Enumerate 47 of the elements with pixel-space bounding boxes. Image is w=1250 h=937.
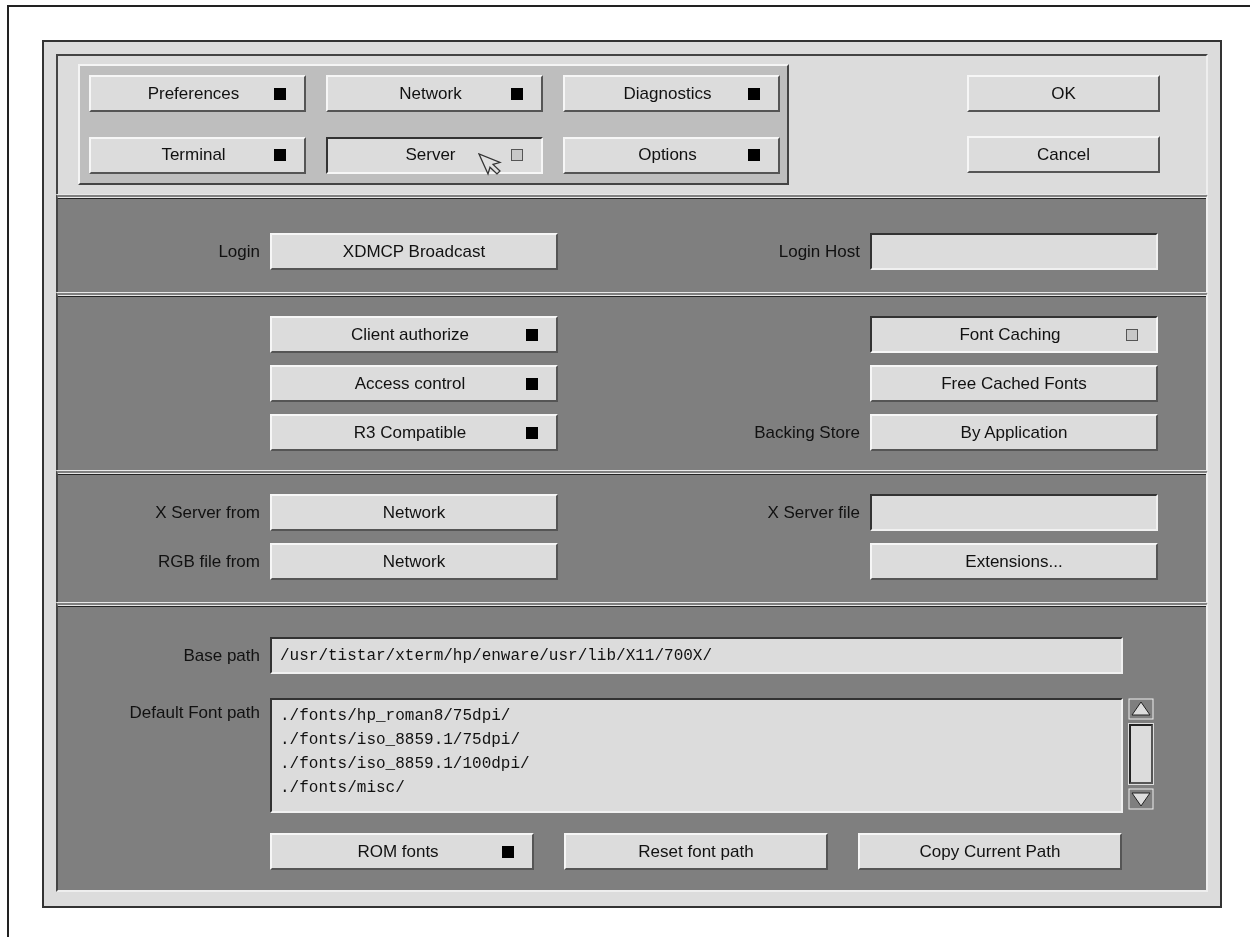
- scroll-up-icon[interactable]: [1128, 698, 1154, 720]
- tab[interactable]: Network: [326, 75, 543, 112]
- login-mode-button[interactable]: XDMCP Broadcast: [270, 233, 558, 270]
- field-label: Default Font path: [128, 702, 261, 724]
- font-path-field[interactable]: ./fonts/hp_roman8/75dpi/ ./fonts/iso_8859.1/75dpi/ ./fonts/iso_8859.1/100dpi/ ./fonts/misc/: [270, 698, 1123, 813]
- tab[interactable]: Server: [326, 136, 543, 174]
- option-button[interactable]: Network: [270, 494, 558, 531]
- pointer-icon: [478, 152, 502, 177]
- toggle-button[interactable]: Font Caching: [870, 316, 1158, 353]
- field-label: Base path: [182, 645, 261, 667]
- field-label: X Server from: [154, 502, 261, 524]
- toggle-button[interactable]: Access control: [270, 365, 558, 402]
- server-file-field[interactable]: [870, 494, 1158, 531]
- base-path-field[interactable]: /usr/tistar/xterm/hp/enware/usr/lib/X11/700X/: [270, 637, 1123, 674]
- action-button[interactable]: Copy Current Path: [858, 833, 1122, 870]
- font-path-line: ./fonts/iso_8859.1/75dpi/: [280, 730, 522, 751]
- indicator-icon: [748, 149, 760, 161]
- field-label: X Server file: [766, 502, 861, 524]
- option-button[interactable]: Network: [270, 543, 558, 580]
- backing-store-button[interactable]: By Application: [870, 414, 1158, 451]
- login-host-field[interactable]: [870, 233, 1158, 270]
- scroll-thumb[interactable]: [1129, 724, 1153, 784]
- tab[interactable]: Preferences: [89, 75, 306, 112]
- tab[interactable]: Terminal: [89, 136, 306, 174]
- indicator-icon: [274, 87, 286, 100]
- font-path-line: ./fonts/iso_8859.1/100dpi/: [280, 754, 531, 775]
- indicator-icon: [748, 87, 760, 100]
- field-label: Login: [217, 241, 261, 263]
- extensions-button[interactable]: Extensions...: [870, 543, 1158, 580]
- tab[interactable]: Diagnostics: [563, 75, 780, 112]
- toggle-button[interactable]: R3 Compatible: [270, 414, 558, 451]
- toggle-button[interactable]: Client authorize: [270, 316, 558, 353]
- tab[interactable]: Options: [563, 136, 780, 174]
- font-path-line: ./fonts/misc/: [280, 778, 406, 799]
- indicator-icon: [274, 149, 286, 161]
- field-label: RGB file from: [156, 551, 261, 573]
- indicator-icon: [511, 149, 523, 161]
- indicator-icon: [511, 87, 523, 100]
- field-label: Login Host: [777, 241, 861, 263]
- field-label: Backing Store: [753, 422, 861, 444]
- action-button[interactable]: Reset font path: [564, 833, 828, 870]
- font-path-line: ./fonts/hp_roman8/75dpi/: [280, 706, 512, 727]
- free-fonts-button[interactable]: Free Cached Fonts: [870, 365, 1158, 402]
- scroll-down-icon[interactable]: [1128, 788, 1154, 810]
- toggle-button[interactable]: ROM fonts: [270, 833, 534, 870]
- cancel-button[interactable]: Cancel: [967, 136, 1160, 173]
- ok-button[interactable]: OK: [967, 75, 1160, 112]
